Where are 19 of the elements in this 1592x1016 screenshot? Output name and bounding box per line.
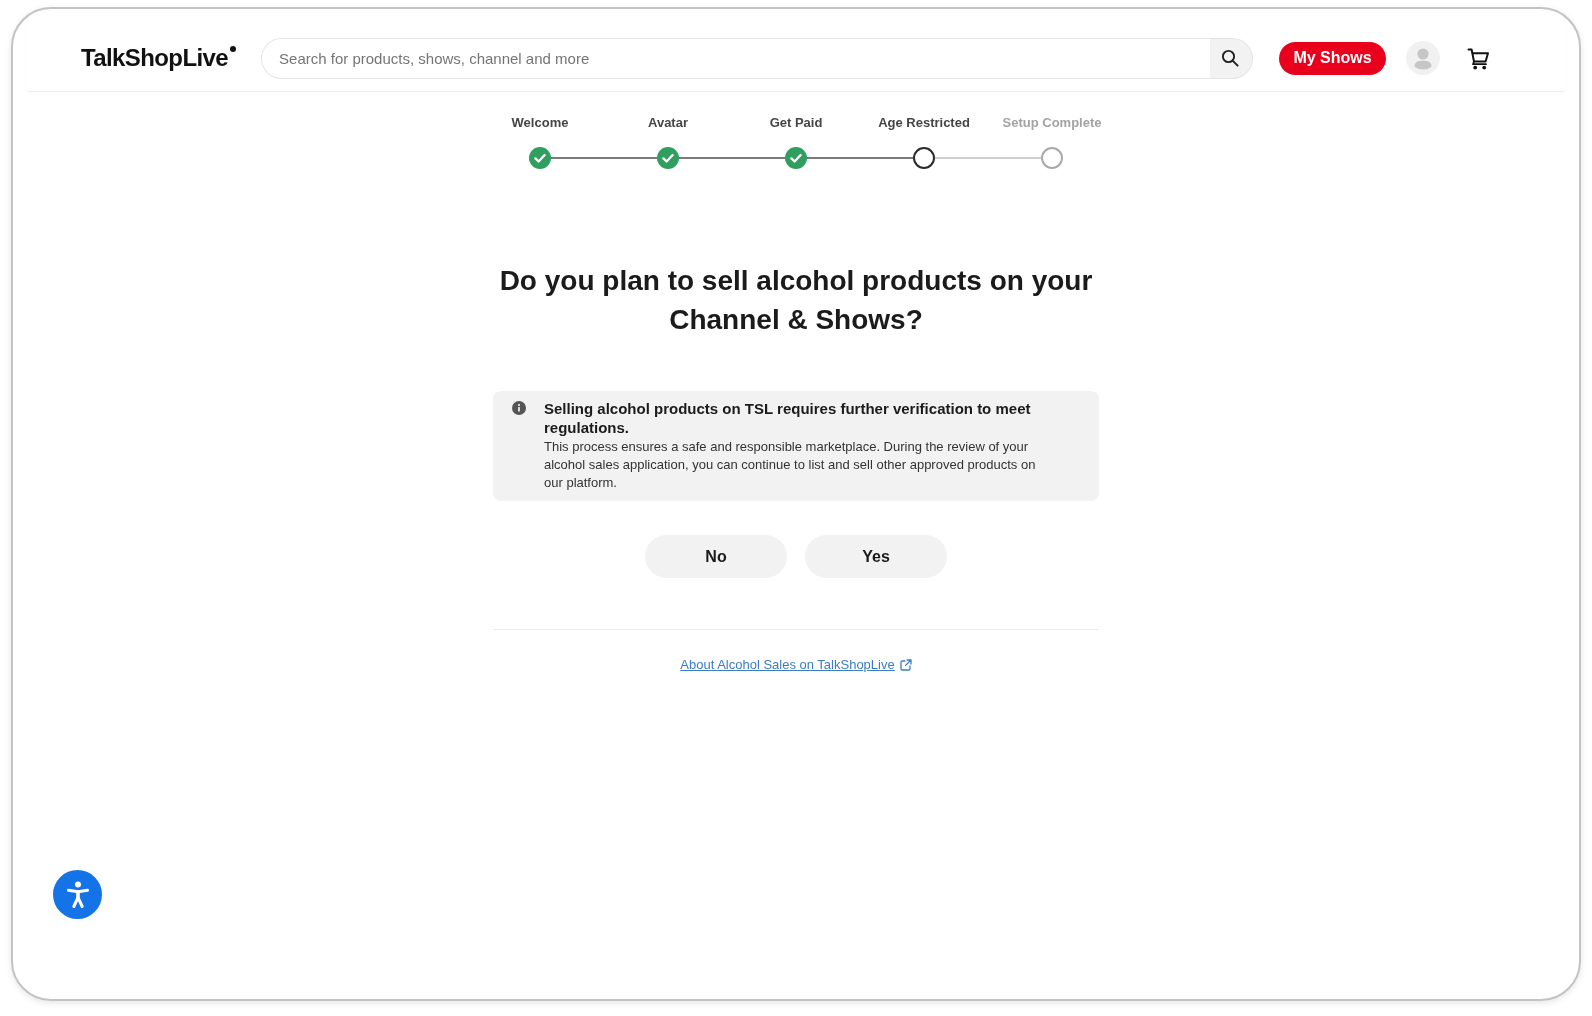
accessibility-icon (65, 880, 90, 909)
step-label: Welcome (511, 114, 569, 132)
answer-button[interactable]: Yes (805, 535, 947, 578)
notice-body: This process ensures a safe and responsible marketplace. During the review of your alcohol sales application, you can continue to list and sell other approved products on our platform. (544, 438, 1037, 492)
site-logo[interactable]: TalkShopLive (81, 44, 229, 72)
step-label: Age Restricted (878, 114, 970, 132)
step-label: Avatar (648, 114, 688, 132)
cart-icon[interactable] (1467, 46, 1490, 70)
step-label: Get Paid (769, 114, 823, 132)
step-label: Setup Complete (1002, 114, 1102, 132)
info-icon (512, 401, 526, 415)
external-link-icon (899, 659, 912, 671)
accessibility-button[interactable] (53, 870, 102, 919)
notice-title: Selling alcohol products on TSL requires further verification to meet regulations. (544, 399, 1032, 437)
my-shows-button[interactable]: My Shows (1279, 41, 1386, 75)
help-link[interactable]: About Alcohol Sales on TalkShopLive (680, 656, 912, 674)
question-heading: Do you plan to sell alcohol products on your Channel & Shows? (498, 264, 1094, 337)
answer-button[interactable]: No (645, 535, 787, 578)
dot-icon (230, 46, 237, 52)
